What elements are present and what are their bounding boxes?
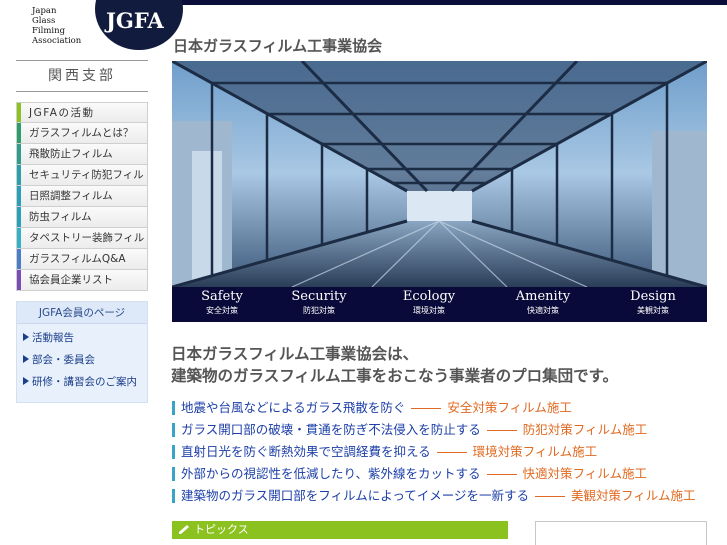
sidebar-item-security-film[interactable]: セキュリティ防犯フィルム [16,165,148,201]
sidebar-item-shatter-film[interactable]: 飛散防止フィルム [16,144,148,165]
feature-marker [172,489,175,503]
feature-item-design[interactable]: 建築物のガラス開口部をフィルムによってイメージを一新する 美観対策フィルム施工 [172,485,696,507]
arrow-line [535,495,566,498]
caption-design: Design 美観対策 [603,288,703,317]
nav-color-bar [17,228,21,248]
caption-ja: 美観対策 [637,306,669,315]
feature-marker [172,445,175,459]
feature-text: 直射日光を防ぐ断熱効果で空調経費を抑える [181,444,431,459]
arrow-line [436,451,467,454]
feature-text: 外部からの視認性を低減したり、紫外線をカットする [181,466,481,481]
headline: 日本ガラスフィルム工事業協会は、 建築物のガラスフィルム工事をおこなう事業者のプ… [171,343,618,387]
sidebar-item-solar-film[interactable]: 日照調整フィルム [16,186,148,207]
logo-mark: JGFA [106,8,164,33]
nav-color-bar [17,270,21,290]
topics-header: トピックス [172,521,508,539]
feature-destination: 環境対策フィルム施工 [472,444,598,459]
feature-marker [172,423,175,437]
logo-line: Japan [32,6,57,16]
sidebar-item-label: JGFAの活動 [29,107,95,119]
sidebar-item-tapestry-film[interactable]: タペストリー装飾フィルム [16,228,148,264]
top-bar [150,0,727,5]
caption-ja: 防犯対策 [303,306,335,315]
sidebar-item-activities[interactable]: JGFAの活動 [16,102,148,123]
sidebar-item-label: 防虫フィルム [29,211,92,223]
feature-text: 地震や台風などによるガラス飛散を防ぐ [181,400,406,415]
feature-destination: 防犯対策フィルム施工 [522,422,648,437]
pencil-icon [179,525,189,534]
member-link-committees[interactable]: 部会・委員会 [17,352,147,368]
caption-en: Design [630,289,676,304]
logo-line: Association [32,36,82,46]
feature-text: 建築物のガラス開口部をフィルムによってイメージを一新する [181,488,530,503]
caption-ja: 快適対策 [527,306,559,315]
member-link-training[interactable]: 研修・講習会のご案内 [17,374,147,390]
logo-text: Japan Glass Filming Association [32,6,81,46]
caption-security: Security 防犯対策 [269,288,369,317]
topics-title: トピックス [194,523,249,536]
glass-corridor-image [172,61,707,287]
feature-item-safety[interactable]: 地震や台風などによるガラス飛散を防ぐ 安全対策フィルム施工 [172,397,696,419]
caption-ja: 安全対策 [206,306,238,315]
logo-line: Filming [32,26,66,36]
headline-line-1: 日本ガラスフィルム工事業協会は、 [171,345,419,363]
member-link-label: 研修・講習会のご案内 [32,376,137,388]
caption-safety: Safety 安全対策 [172,288,272,317]
caption-en: Security [291,289,347,304]
nav-color-bar [17,144,21,164]
sidebar-item-insect-film[interactable]: 防虫フィルム [16,207,148,228]
caption-en: Amenity [515,289,571,304]
sidebar-item-label: ガラスフィルムQ&A [29,253,126,265]
arrow-line [486,429,517,432]
member-link-label: 活動報告 [32,332,74,344]
feature-marker [172,401,175,415]
feature-item-ecology[interactable]: 直射日光を防ぐ断熱効果で空調経費を抑える 環境対策フィルム施工 [172,441,696,463]
sidebar-item-label: 日照調整フィルム [29,190,113,202]
feature-destination: 美観対策フィルム施工 [571,488,696,503]
nav-color-bar [17,249,21,269]
feature-text: ガラス開口部の破壊・貫通を防ぎ不法侵入を防止する [181,422,481,437]
sidebar-item-label: ガラスフィルムとは？ [29,127,134,139]
member-link-activity-report[interactable]: 活動報告 [17,330,147,346]
nav-color-bar [17,123,21,143]
site-title: 日本ガラスフィルム工事業協会 [173,37,383,55]
triangle-icon [23,355,29,363]
caption-ja: 環境対策 [413,306,445,315]
nav-color-bar [17,186,21,206]
feature-destination: 快適対策フィルム施工 [522,466,648,481]
feature-item-amenity[interactable]: 外部からの視認性を低減したり、紫外線をカットする 快適対策フィルム施工 [172,463,696,485]
sidebar-item-what-is-glass-film[interactable]: ガラスフィルムとは？ [16,123,148,144]
feature-list: 地震や台風などによるガラス飛散を防ぐ 安全対策フィルム施工 ガラス開口部の破壊・貫… [172,397,696,507]
caption-amenity: Amenity 快適対策 [493,288,593,317]
branch-title: 関西支部 [16,60,148,92]
jgfa-logo[interactable]: Japan Glass Filming Association JGFA [16,0,183,62]
headline-line-2: 建築物のガラスフィルム工事をおこなう事業者のプロ集団です。 [171,367,619,385]
feature-item-security[interactable]: ガラス開口部の破壊・貫通を防ぎ不法侵入を防止する 防犯対策フィルム施工 [172,419,696,441]
hero-banner: Safety 安全対策 Security 防犯対策 Ecology 環境対策 Amen… [172,61,707,322]
member-panel-title: JGFA会員のページ [17,302,147,324]
nav-color-bar [17,103,21,122]
caption-en: Ecology [402,289,456,304]
arrow-line [411,407,442,410]
nav-color-bar [17,207,21,227]
sidebar-item-label: 飛散防止フィルム [29,148,113,160]
caption-ecology: Ecology 環境対策 [379,288,479,317]
feature-marker [172,467,175,481]
nav-color-bar [17,165,21,185]
logo-line: Glass [32,16,56,26]
member-panel: JGFA会員のページ 活動報告 部会・委員会 研修・講習会のご案内 [16,301,148,403]
sidebar-item-member-list[interactable]: 協会員企業リスト [16,270,148,291]
triangle-icon [23,333,29,341]
side-info-box [535,521,707,545]
arrow-line [486,473,517,476]
caption-en: Safety [201,289,243,304]
member-link-label: 部会・委員会 [32,354,95,366]
sidebar-nav: JGFAの活動 ガラスフィルムとは？ 飛散防止フィルム セキュリティ防犯フィルム… [16,102,148,291]
triangle-icon [23,377,29,385]
sidebar-item-qa[interactable]: ガラスフィルムQ&A [16,249,148,270]
feature-destination: 安全対策フィルム施工 [447,400,572,415]
hero-caption-band: Safety 安全対策 Security 防犯対策 Ecology 環境対策 Amen… [172,287,707,322]
sidebar-item-label: 協会員企業リスト [29,274,113,286]
